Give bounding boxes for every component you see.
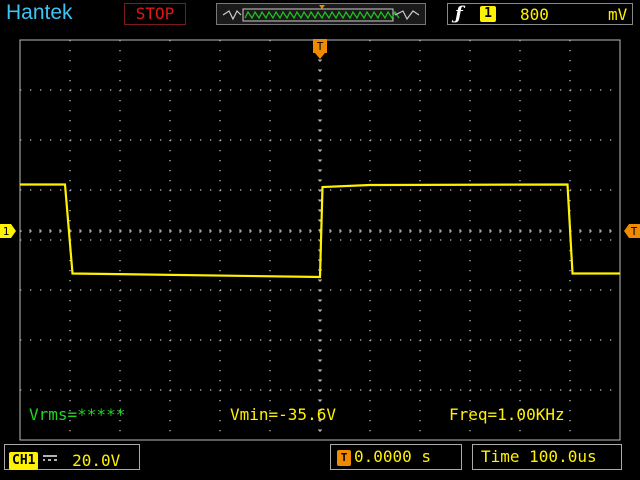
timebase-box[interactable]: Time 100.0us — [472, 444, 622, 470]
rising-edge-icon: ƒ — [455, 3, 463, 24]
timebase-value: Time 100.0us — [481, 447, 597, 466]
top-status-bar: Hantek STOP ƒ 1 800 mV — [0, 0, 640, 30]
trigger-info-panel[interactable]: ƒ 1 800 mV — [447, 3, 633, 25]
trigger-offset-icon: T — [337, 450, 351, 466]
channel-ground-marker[interactable]: 1 — [0, 224, 16, 238]
channel-settings-box[interactable]: CH1 20.0V — [4, 444, 140, 470]
memory-position-strip — [216, 3, 426, 25]
trigger-position-label: T — [317, 40, 324, 53]
trigger-level-marker[interactable]: T — [624, 224, 640, 238]
dc-coupling-icon — [42, 445, 58, 469]
trigger-level-label: T — [631, 225, 638, 238]
graticule-grid — [19, 39, 621, 441]
waveform-overview-icon — [222, 5, 420, 22]
channel-badge: CH1 — [9, 452, 39, 470]
trigger-position-marker[interactable]: T — [313, 39, 327, 59]
trigger-level-unit: mV — [608, 5, 628, 24]
bottom-status-bar: CH1 20.0V T 0.0000 s Time 100.0us — [0, 440, 640, 480]
waveform-trace — [20, 183, 620, 279]
trigger-offset-box[interactable]: T 0.0000 s — [330, 444, 462, 470]
volts-per-div-value: 20.0V — [72, 451, 121, 470]
vrms-measurement: Vrms=***** — [29, 405, 126, 424]
channel-ground-label: 1 — [3, 225, 10, 238]
run-state-badge[interactable]: STOP — [124, 3, 186, 25]
trigger-source-badge: 1 — [480, 6, 496, 22]
graticule-border — [19, 39, 621, 441]
vmin-measurement: Vmin=-35.6V — [230, 405, 336, 424]
frequency-measurement: Freq=1.00KHz — [449, 405, 565, 424]
trigger-level-value: 800 — [520, 5, 549, 24]
trigger-offset-value: 0.0000 s — [354, 447, 432, 466]
brand-logo: Hantek — [6, 1, 73, 24]
ch1-waveform-line — [20, 183, 620, 279]
